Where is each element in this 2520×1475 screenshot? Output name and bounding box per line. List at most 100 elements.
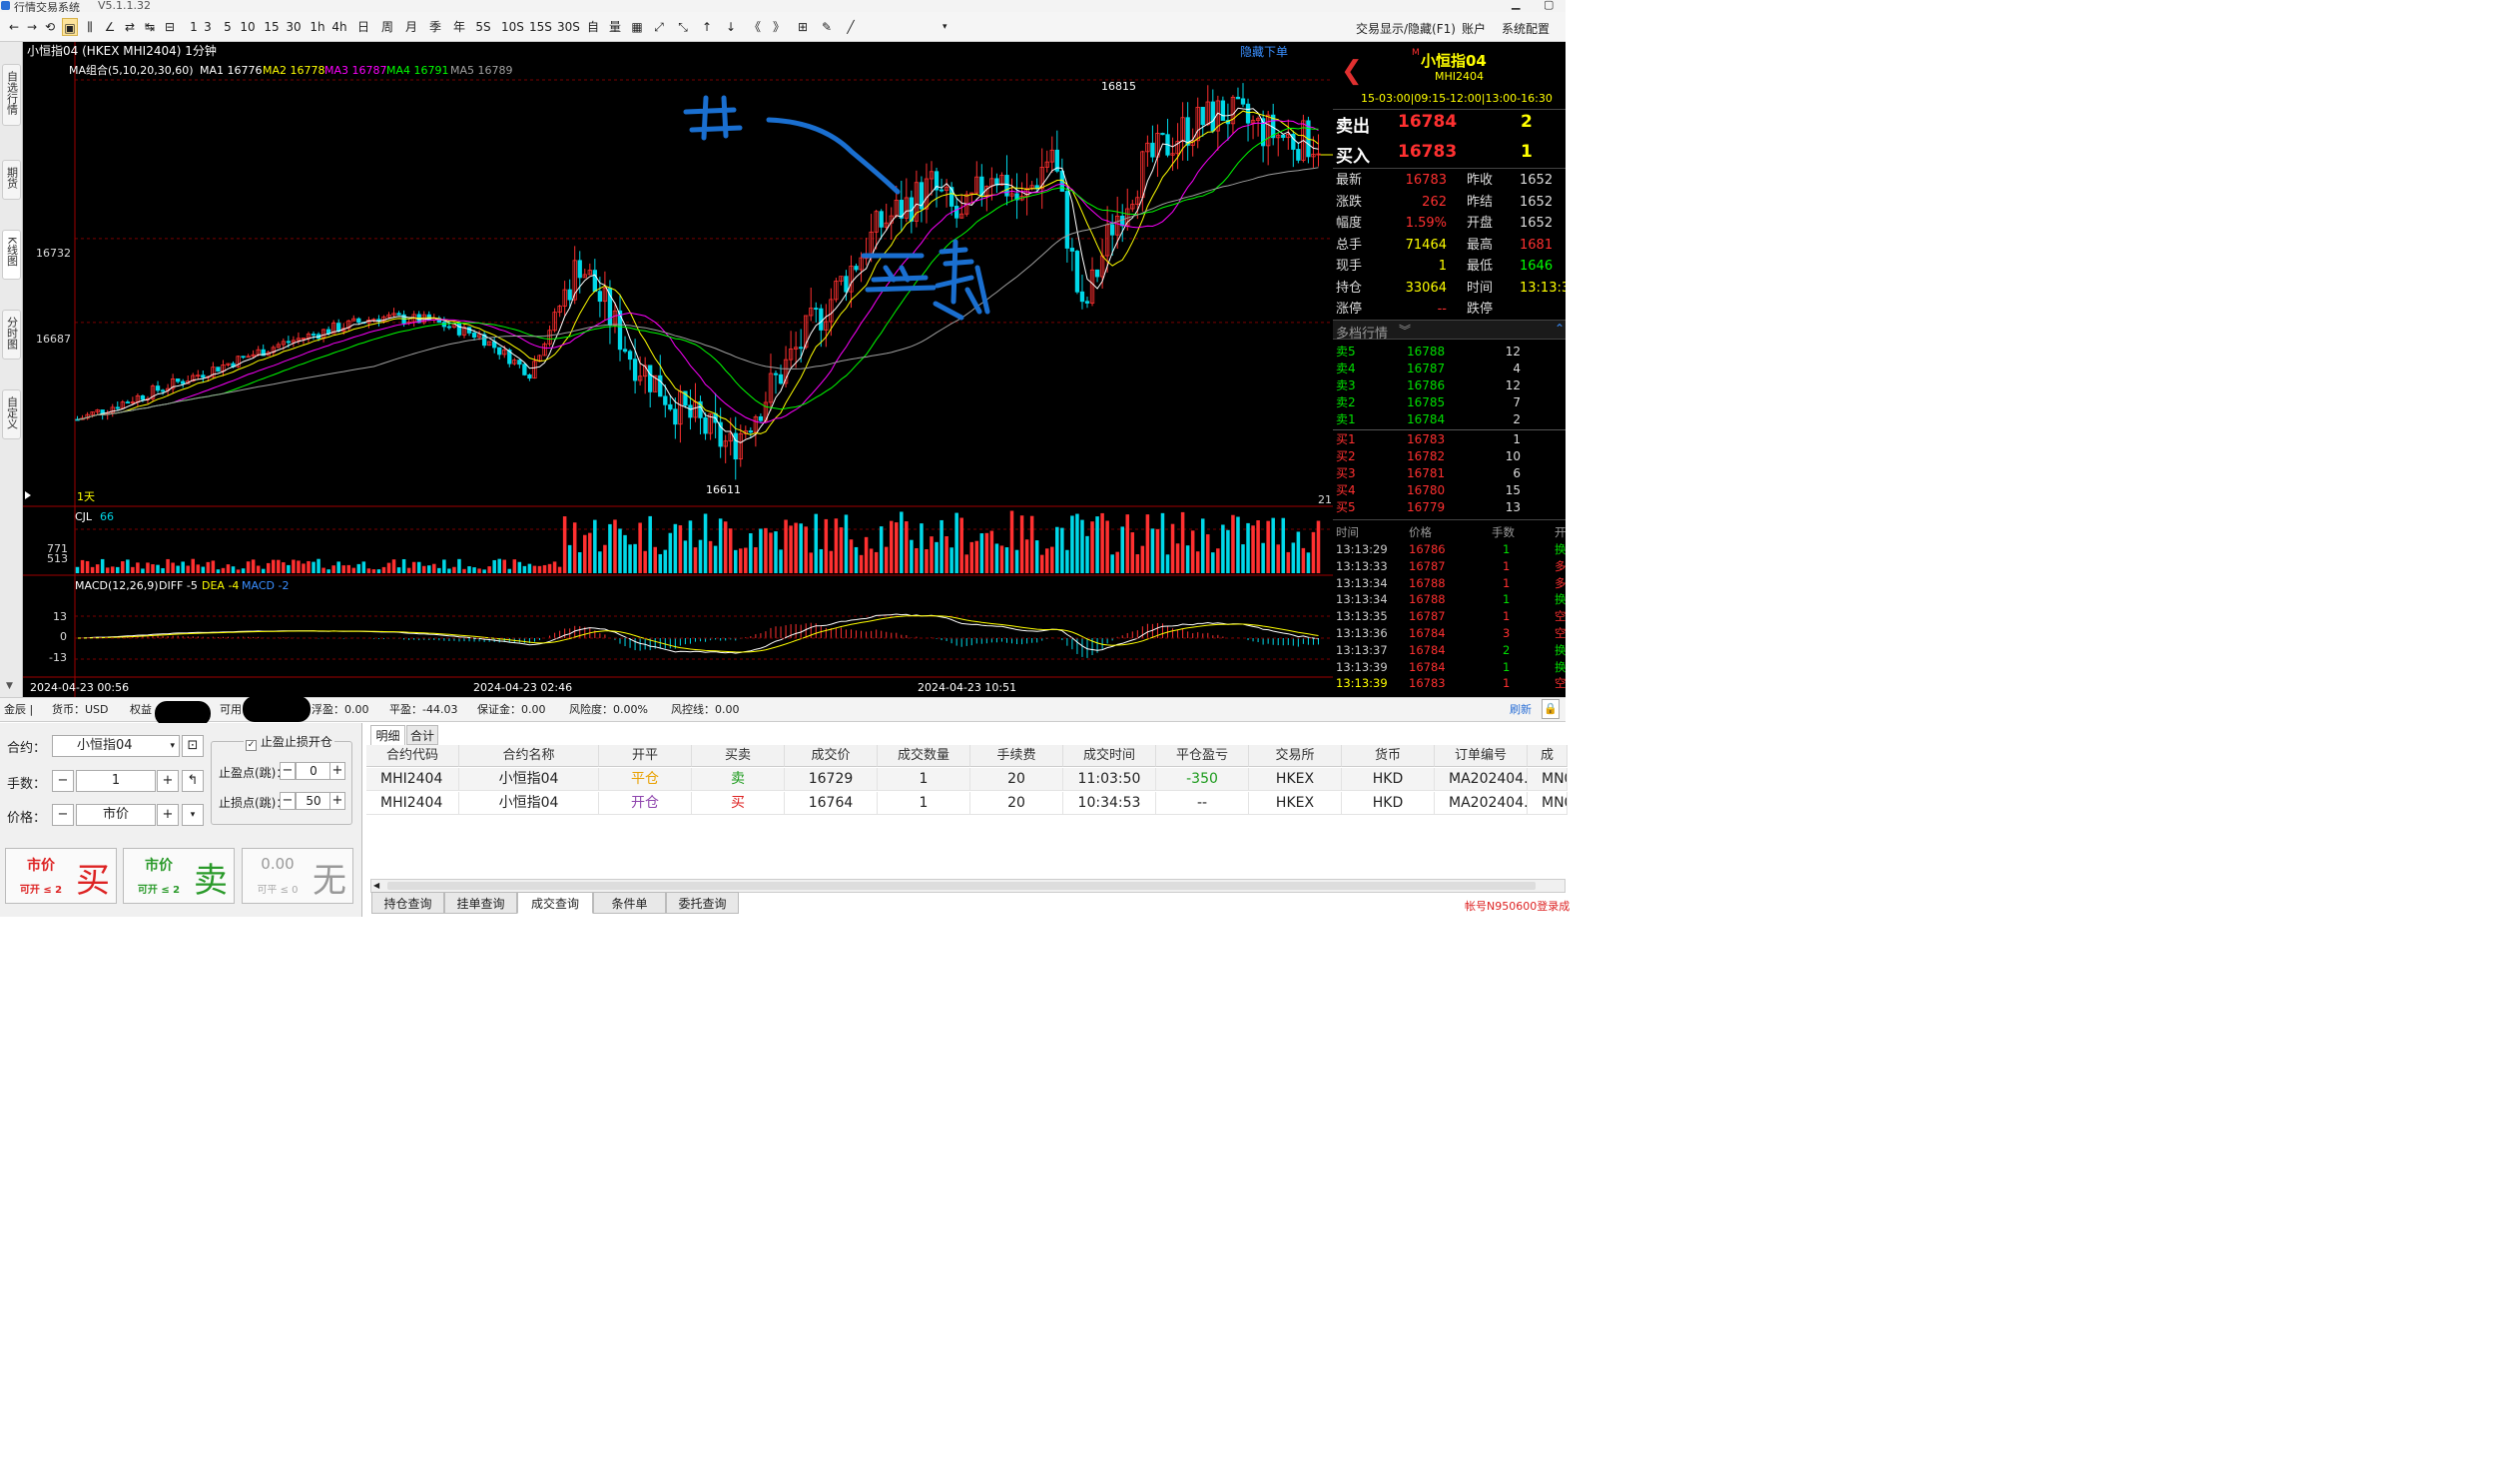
price-minus-button[interactable]: − [52, 804, 74, 826]
toolbar-item-1[interactable]: → [24, 18, 40, 36]
ask-row[interactable]: 卖5 16788 12 [1333, 344, 1566, 361]
scroll-thumb[interactable] [387, 882, 1536, 890]
bottom-tab-1[interactable]: 挂单查询 [444, 892, 517, 914]
toolbar-item-35[interactable]: ⊞ [795, 18, 811, 36]
bottom-tab-2[interactable]: 成交查询 [517, 892, 593, 914]
qty-reset-icon[interactable]: ↰ [182, 770, 204, 792]
tab-kline[interactable]: K线图 [2, 230, 21, 280]
toolbar-item-18[interactable]: 周 [379, 18, 395, 36]
market-sell-button[interactable]: 市价 可开 ≤ 2 卖 [123, 848, 235, 904]
column-header[interactable]: 手续费 [970, 745, 1063, 767]
toolbar-item-34[interactable]: 》 [771, 18, 787, 36]
depth-collapse-icon[interactable]: ︾ [1399, 322, 1411, 339]
ask-row[interactable]: 卖1 16784 2 [1333, 411, 1566, 428]
toolbar-item-31[interactable]: ↑ [699, 18, 715, 36]
account-button[interactable]: 账户 [1462, 20, 1486, 37]
toolbar-item-29[interactable]: ⤢ [651, 18, 667, 36]
toolbar-item-37[interactable]: ╱ [843, 18, 859, 36]
contract-dropdown-icon[interactable]: ▾ [170, 736, 175, 756]
tp-minus-button[interactable]: − [280, 762, 296, 780]
contract-lock-icon[interactable]: ⊡ [182, 735, 204, 757]
ask-row[interactable]: 卖3 16786 12 [1333, 377, 1566, 394]
toolbar-item-17[interactable]: 日 [355, 18, 371, 36]
ask-row[interactable]: 卖4 16787 4 [1333, 361, 1566, 377]
bottom-tab-4[interactable]: 委托查询 [666, 892, 739, 914]
column-header[interactable]: 成交时间 [1063, 745, 1156, 767]
column-header[interactable]: 平仓盈亏 [1156, 745, 1249, 767]
toolbar-item-0[interactable]: ← [6, 18, 22, 36]
toolbar-item-7[interactable]: ↹ [142, 18, 158, 36]
toolbar-item-33[interactable]: 《 [747, 18, 763, 36]
column-header[interactable]: 合约代码 [366, 745, 459, 767]
toolbar-item-27[interactable]: 量 [607, 18, 623, 36]
column-header[interactable]: 成交数量 [878, 745, 970, 767]
bid-row[interactable]: 买4 16780 15 [1333, 482, 1566, 499]
kline-chart[interactable]: 小恒指04 (HKEX MHI2404) 1分钟 隐藏下单 MA组合(5,10,… [23, 42, 1333, 697]
sl-plus-button[interactable]: + [329, 792, 345, 810]
scroll-left-icon[interactable]: ◀ [373, 880, 379, 892]
price-plus-button[interactable]: + [157, 804, 179, 826]
column-header[interactable]: 货币 [1342, 745, 1435, 767]
bid-row[interactable]: 买1 16783 1 [1333, 431, 1566, 448]
toggle-trade-button[interactable]: 交易显示/隐藏(F1) [1356, 20, 1456, 37]
qty-minus-button[interactable]: − [52, 770, 74, 792]
system-config-button[interactable]: 系统配置 [1502, 20, 1550, 37]
toolbar-item-10[interactable]: 3 [200, 18, 216, 36]
tab-custom[interactable]: 自定义 [2, 389, 21, 439]
lock-icon[interactable]: 🔒 [1542, 699, 1560, 719]
stop-checkbox[interactable]: ✓ [246, 740, 257, 751]
toolbar-item-5[interactable]: ∠ [102, 18, 118, 36]
contract-select[interactable]: 小恒指04 ▾ [52, 735, 180, 757]
tab-summary[interactable]: 合计 [406, 725, 438, 745]
depth-expand-icon[interactable]: ⌃ [1555, 322, 1565, 336]
toolbar-item-2[interactable]: ⟲ [42, 18, 58, 36]
toolbar-item-19[interactable]: 月 [403, 18, 419, 36]
toolbar-item-3[interactable]: ▣ [62, 18, 78, 36]
sl-minus-button[interactable]: − [280, 792, 296, 810]
toolbar-dropdown-icon[interactable]: ▾ [943, 22, 947, 32]
bid-row[interactable]: 买5 16779 13 [1333, 499, 1566, 516]
toolbar-item-20[interactable]: 季 [427, 18, 443, 36]
toolbar-item-4[interactable]: ⫼ [82, 18, 98, 36]
toolbar-item-11[interactable]: 5 [220, 18, 236, 36]
sell-price[interactable]: 16784 [1398, 112, 1457, 132]
bottom-tab-0[interactable]: 持仓查询 [371, 892, 444, 914]
toolbar-item-24[interactable]: 15S [529, 18, 552, 36]
column-header[interactable]: 成 [1528, 745, 1568, 767]
column-header[interactable]: 成交价 [785, 745, 878, 767]
toolbar-item-22[interactable]: 5S [475, 18, 491, 36]
column-header[interactable]: 开平 [599, 745, 692, 767]
tp-plus-button[interactable]: + [329, 762, 345, 780]
tab-watchlist[interactable]: 自选行情 [2, 64, 21, 126]
toolbar-item-6[interactable]: ⇄ [122, 18, 138, 36]
buy-price[interactable]: 16783 [1398, 142, 1457, 162]
refresh-button[interactable]: 刷新 [1510, 698, 1532, 722]
toolbar-item-21[interactable]: 年 [451, 18, 467, 36]
tab-timeshare[interactable]: 分时图 [2, 310, 21, 360]
toolbar-item-14[interactable]: 30 [286, 18, 302, 36]
ask-row[interactable]: 卖2 16785 7 [1333, 394, 1566, 411]
toolbar-item-36[interactable]: ✎ [819, 18, 835, 36]
column-header[interactable]: 订单编号 [1435, 745, 1528, 767]
tab-futures[interactable]: 期货 [2, 160, 21, 200]
toolbar-item-30[interactable]: ⤡ [675, 18, 691, 36]
toolbar-item-16[interactable]: 4h [331, 18, 347, 36]
column-header[interactable]: 买卖 [692, 745, 785, 767]
toolbar-item-26[interactable]: 自 [585, 18, 601, 36]
toolbar-item-32[interactable]: ↓ [723, 18, 739, 36]
toolbar-item-12[interactable]: 10 [240, 18, 256, 36]
column-header[interactable]: 交易所 [1249, 745, 1342, 767]
scroll-down-icon[interactable]: ▼ [6, 681, 13, 691]
sl-input[interactable]: 50 [296, 792, 331, 810]
prev-contract-icon[interactable]: ❮ [1341, 56, 1363, 86]
bottom-tab-3[interactable]: 条件单 [593, 892, 666, 914]
close-none-button[interactable]: 0.00 可平 ≤ 0 无 [242, 848, 353, 904]
toolbar-item-28[interactable]: ▦ [629, 18, 645, 36]
horizontal-scrollbar[interactable]: ◀ [370, 879, 1566, 893]
qty-input[interactable]: 1 [76, 770, 156, 792]
price-input[interactable]: 市价 [76, 804, 156, 826]
column-header[interactable]: 合约名称 [459, 745, 599, 767]
bid-row[interactable]: 买3 16781 6 [1333, 465, 1566, 482]
minimize-icon[interactable]: ▁ [1512, 0, 1520, 10]
maximize-icon[interactable]: ▢ [1544, 0, 1554, 11]
